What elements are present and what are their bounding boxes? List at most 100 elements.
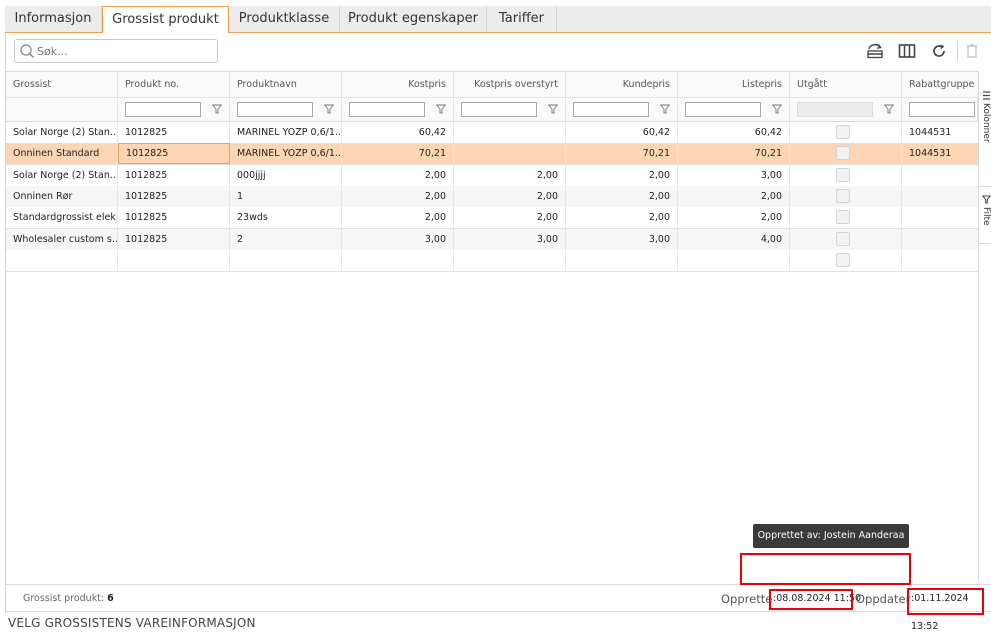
- filter-icon[interactable]: [436, 104, 446, 114]
- cell-kostpris-overstyrt[interactable]: [454, 122, 566, 143]
- tab-informasjon[interactable]: Informasjon: [5, 6, 102, 32]
- cell-kundepris[interactable]: 3,00: [566, 228, 678, 250]
- cell-produkt-no[interactable]: 1012825: [118, 122, 230, 143]
- cell-kostpris-overstyrt[interactable]: 3,00: [454, 228, 566, 250]
- cell-kundepris[interactable]: 2,00: [566, 164, 678, 186]
- filter-panel-button[interactable]: Filte: [979, 195, 991, 241]
- utgatt-checkbox[interactable]: [836, 231, 850, 246]
- cell-kostpris[interactable]: 2,00: [342, 207, 454, 229]
- utgatt-checkbox[interactable]: [836, 125, 850, 139]
- table-row[interactable]: Solar Norge (2) Stan... 1012825 000jjjj 2,0…: [6, 164, 978, 187]
- column-filter-input[interactable]: [461, 102, 537, 117]
- search-box[interactable]: [14, 39, 218, 63]
- column-header-produktnavn[interactable]: Produktnavn: [230, 72, 342, 98]
- column-filter-input[interactable]: [349, 102, 425, 117]
- cell-kostpris[interactable]: [342, 249, 454, 271]
- wholesaler-fetch-button[interactable]: [864, 41, 886, 61]
- cell-listepris[interactable]: 70,21: [678, 143, 790, 165]
- column-filter-input[interactable]: [237, 102, 313, 117]
- cell-produktnavn[interactable]: 23wds: [230, 207, 342, 229]
- cell-utgatt[interactable]: [790, 249, 902, 271]
- cell-rabattgruppe[interactable]: [902, 165, 978, 186]
- search-input[interactable]: [37, 42, 213, 60]
- cell-kostpris-overstyrt[interactable]: 2,00: [454, 185, 566, 207]
- cell-produktnavn[interactable]: MARINEL YOZP 0,6/1...: [230, 122, 342, 143]
- column-header-kostpris[interactable]: Kostpris: [342, 72, 454, 98]
- cell-kostpris-overstyrt[interactable]: [454, 249, 566, 271]
- cell-kostpris-overstyrt[interactable]: 2,00: [454, 164, 566, 186]
- utgatt-checkbox[interactable]: [836, 252, 850, 267]
- cell-grossist[interactable]: [6, 249, 118, 271]
- cell-produkt-no[interactable]: 1012825: [118, 164, 230, 186]
- cell-produktnavn[interactable]: MARINEL YOZP 0,6/1...: [230, 143, 342, 165]
- cell-utgatt[interactable]: [790, 122, 902, 143]
- cell-kostpris[interactable]: 70,21: [342, 143, 454, 165]
- cell-kostpris-overstyrt[interactable]: [454, 143, 566, 165]
- cell-kundepris[interactable]: 2,00: [566, 207, 678, 229]
- filter-icon[interactable]: [884, 104, 894, 114]
- columns-panel-button[interactable]: Kolonner: [979, 91, 991, 181]
- cell-grossist[interactable]: Standardgrossist elek...: [6, 207, 118, 229]
- tab-produkt-egenskaper[interactable]: Produkt egenskaper: [340, 6, 487, 32]
- cell-rabattgruppe[interactable]: [902, 250, 978, 271]
- column-header-grossist[interactable]: Grossist: [6, 72, 118, 98]
- cell-listepris[interactable]: 60,42: [678, 122, 790, 143]
- cell-rabattgruppe[interactable]: 1044531: [902, 143, 978, 164]
- tab-tariffer[interactable]: Tariffer: [487, 6, 557, 32]
- cell-kundepris[interactable]: [566, 249, 678, 271]
- cell-kostpris[interactable]: 60,42: [342, 122, 454, 143]
- cell-produkt-no[interactable]: [118, 249, 230, 271]
- column-header-kostpris-overstyrt[interactable]: Kostpris overstyrt: [454, 72, 566, 98]
- cell-grossist[interactable]: Onninen Rør: [6, 185, 118, 207]
- cell-utgatt[interactable]: [790, 185, 902, 207]
- cell-grossist[interactable]: Solar Norge (2) Stan...: [6, 122, 118, 143]
- cell-utgatt[interactable]: [790, 164, 902, 186]
- cell-rabattgruppe[interactable]: [902, 229, 978, 250]
- filter-icon[interactable]: [660, 104, 670, 114]
- cell-rabattgruppe[interactable]: [902, 186, 978, 207]
- column-header-utgatt[interactable]: Utgått: [790, 72, 902, 98]
- cell-rabattgruppe[interactable]: 1044531: [902, 122, 978, 143]
- column-filter-input[interactable]: [125, 102, 201, 117]
- cell-listepris[interactable]: 4,00: [678, 228, 790, 250]
- utgatt-checkbox[interactable]: [836, 167, 850, 182]
- cell-produkt-no[interactable]: 1012825: [118, 185, 230, 207]
- cell-kostpris-overstyrt[interactable]: 2,00: [454, 207, 566, 229]
- cell-utgatt[interactable]: [790, 207, 902, 229]
- cell-grossist[interactable]: Wholesaler custom s...: [6, 228, 118, 250]
- cell-listepris[interactable]: 2,00: [678, 207, 790, 229]
- filter-icon[interactable]: [772, 104, 782, 114]
- filter-icon[interactable]: [212, 104, 222, 114]
- cell-rabattgruppe[interactable]: [902, 207, 978, 228]
- table-row[interactable]: Wholesaler custom s... 1012825 2 3,00 3,00 3,…: [6, 228, 978, 251]
- utgatt-checkbox[interactable]: [836, 210, 850, 225]
- delete-button[interactable]: [961, 41, 983, 61]
- cell-listepris[interactable]: 2,00: [678, 185, 790, 207]
- cell-produktnavn[interactable]: 000jjjj: [230, 164, 342, 186]
- cell-kostpris[interactable]: 3,00: [342, 228, 454, 250]
- utgatt-checkbox[interactable]: [836, 146, 850, 161]
- table-row[interactable]: Onninen Rør 1012825 1 2,00 2,00 2,00 2,00: [6, 185, 978, 208]
- cell-produkt-no[interactable]: 1012825: [118, 143, 230, 165]
- cell-kostpris[interactable]: 2,00: [342, 164, 454, 186]
- column-header-rabattgruppe[interactable]: Rabattgruppe: [902, 72, 978, 98]
- cell-produktnavn[interactable]: 2: [230, 228, 342, 250]
- column-header-listepris[interactable]: Listepris: [678, 72, 790, 98]
- cell-utgatt[interactable]: [790, 143, 902, 165]
- column-header-kundepris[interactable]: Kundepris: [566, 72, 678, 98]
- table-row[interactable]: Solar Norge (2) Stan... 1012825 MARINEL YO…: [6, 122, 978, 144]
- table-row[interactable]: Standardgrossist elek... 1012825 23wds 2,00…: [6, 207, 978, 230]
- column-filter-input[interactable]: [685, 102, 761, 117]
- cell-produkt-no[interactable]: 1012825: [118, 228, 230, 250]
- refresh-button[interactable]: [928, 41, 950, 61]
- cell-grossist[interactable]: Onninen Standard: [6, 143, 118, 165]
- table-row[interactable]: [6, 249, 978, 272]
- filter-icon[interactable]: [324, 104, 334, 114]
- utgatt-checkbox[interactable]: [836, 188, 850, 203]
- cell-kundepris[interactable]: 70,21: [566, 143, 678, 165]
- cell-kostpris[interactable]: 2,00: [342, 185, 454, 207]
- table-row[interactable]: Onninen Standard 1012825 MARINEL YOZP 0,6/…: [6, 143, 978, 166]
- cell-kundepris[interactable]: 2,00: [566, 185, 678, 207]
- tab-produktklasse[interactable]: Produktklasse: [229, 6, 340, 32]
- filter-icon[interactable]: [548, 104, 558, 114]
